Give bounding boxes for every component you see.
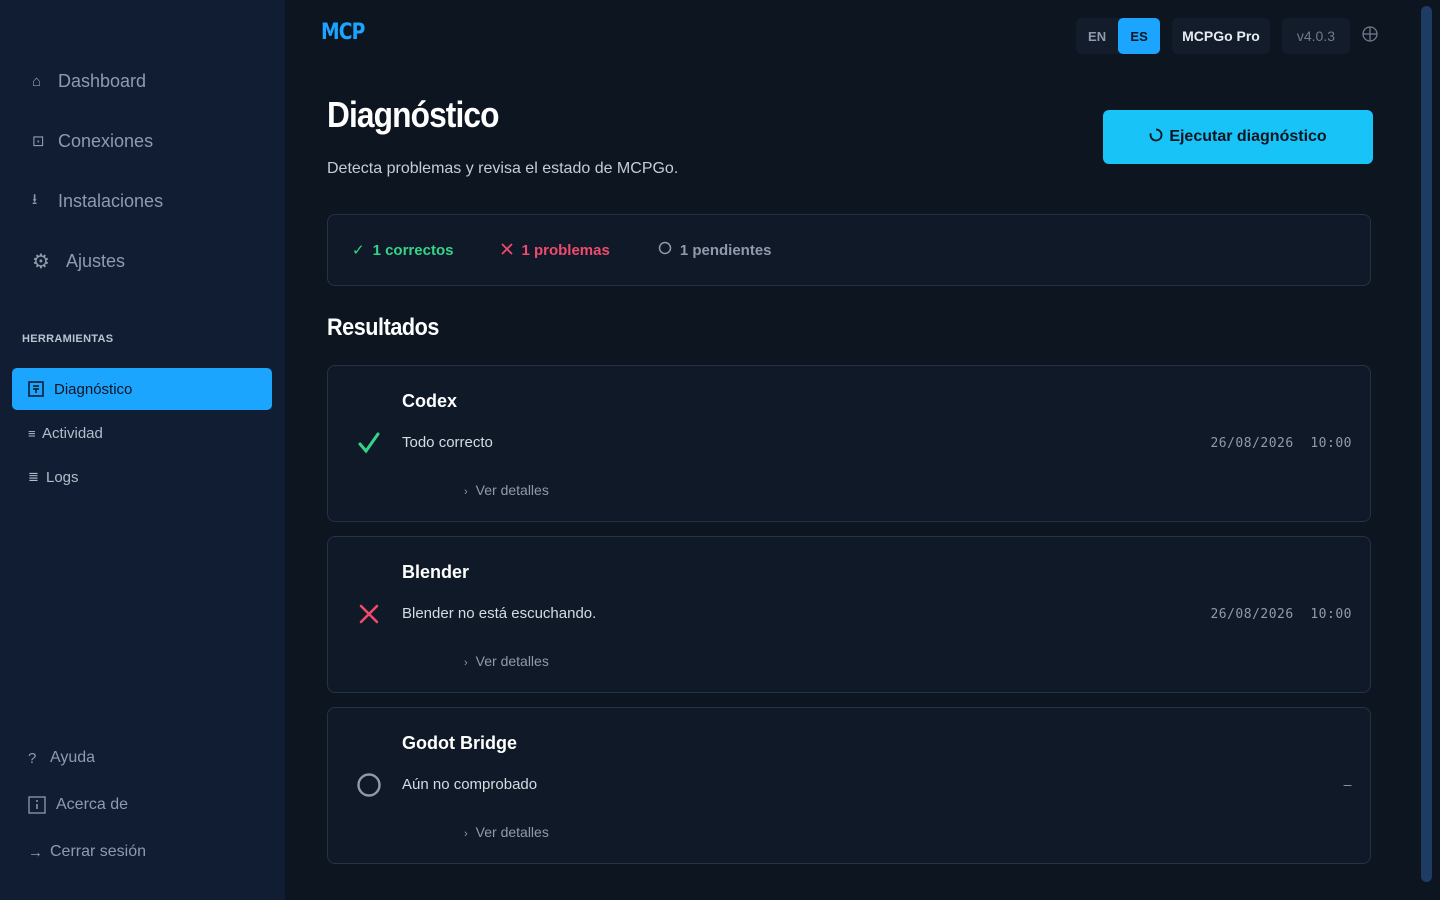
sidebar-item-label: Instalaciones (58, 190, 164, 211)
summary-problems: 1 problemas (501, 241, 610, 259)
summary-ok: ✓ 1 correctos (352, 241, 454, 260)
gear-icon: ⚙ (32, 250, 50, 273)
result-timestamp: – (1343, 778, 1352, 793)
app-logo[interactable]: MCP (321, 20, 365, 45)
lang-es-button[interactable]: ES (1118, 18, 1161, 54)
section-title-tools: HERRAMIENTAS (22, 333, 114, 345)
sidebar-item-installations[interactable]: ⭳ Instalaciones (32, 182, 163, 220)
info-icon (28, 796, 56, 814)
plan-badge[interactable]: MCPGo Pro (1172, 18, 1270, 54)
tools-nav: Diagnóstico ≡ Actividad ≣ Logs (12, 368, 272, 500)
main-nav: ⌂ Dashboard ⊡ Conexiones ⭳ Instalaciones… (32, 62, 163, 302)
x-icon (356, 601, 382, 627)
sidebar-item-label: Cerrar sesión (50, 843, 147, 860)
sidebar-item-dashboard[interactable]: ⌂ Dashboard (32, 62, 163, 100)
check-icon: ✓ (352, 242, 365, 259)
page-title: Diagnóstico (327, 94, 499, 135)
x-icon (501, 242, 514, 259)
diagnostic-icon (28, 381, 46, 397)
activity-icon: ≡ (28, 425, 36, 441)
lang-en-button[interactable]: EN (1076, 18, 1118, 54)
sidebar-item-about[interactable]: Acerca de (28, 787, 146, 823)
refresh-icon (1149, 128, 1163, 146)
summary-pending-label: 1 pendientes (679, 241, 772, 259)
run-diagnostic-button[interactable]: Ejecutar diagnóstico (1103, 110, 1373, 164)
chevron-right-icon: › (464, 486, 468, 498)
sidebar-item-settings[interactable]: ⚙ Ajustes (32, 242, 163, 280)
chevron-right-icon: › (464, 657, 468, 669)
circle-icon (356, 772, 382, 798)
result-timestamp: 26/08/2026 10:00 (1210, 436, 1352, 451)
sidebar-item-label: Logs (46, 468, 79, 486)
sidebar-item-label: Conexiones (58, 130, 154, 151)
sidebar-item-label: Acerca de (56, 796, 129, 813)
sidebar-item-logout[interactable]: → Cerrar sesión (28, 834, 146, 870)
version-badge: v4.0.3 (1281, 18, 1350, 54)
sidebar-item-label: Actividad (42, 424, 103, 442)
sidebar-item-label: Dashboard (58, 70, 147, 91)
sidebar-item-label: Ayuda (50, 749, 96, 766)
page-subtitle: Detecta problemas y revisa el estado de … (327, 160, 679, 177)
chevron-right-icon: › (464, 828, 468, 840)
result-card-blender: Blender Blender no está escuchando. 26/0… (327, 536, 1371, 693)
logs-icon: ≣ (28, 469, 39, 484)
sidebar: ⌂ Dashboard ⊡ Conexiones ⭳ Instalaciones… (0, 0, 285, 900)
summary-pending: 1 pendientes (658, 241, 772, 259)
top-bar: EN ES MCPGo Pro v4.0.3 (1076, 18, 1378, 54)
sidebar-item-label: Diagnóstico (54, 380, 133, 398)
globe-icon[interactable] (1362, 25, 1378, 47)
result-message: Todo correcto (402, 434, 493, 451)
view-details-link[interactable]: › Ver detalles (464, 653, 549, 669)
help-icon: ? (28, 749, 37, 767)
circle-icon (658, 241, 672, 259)
scrollbar[interactable] (1421, 6, 1432, 882)
download-icon: ⭳ (32, 190, 38, 208)
view-details-link[interactable]: › Ver detalles (464, 482, 549, 498)
sidebar-item-logs[interactable]: ≣ Logs (12, 456, 272, 498)
check-icon (356, 430, 382, 456)
sidebar-item-activity[interactable]: ≡ Actividad (12, 412, 272, 454)
result-card-codex: Codex Todo correcto 26/08/2026 10:00 › Ve… (327, 365, 1371, 522)
result-message: Blender no está escuchando. (402, 605, 597, 622)
summary-problems-label: 1 problemas (521, 241, 610, 259)
view-details-link[interactable]: › Ver detalles (464, 824, 549, 840)
logout-icon: → (28, 843, 43, 861)
sidebar-item-connections[interactable]: ⊡ Conexiones (32, 122, 163, 160)
bottom-nav: ? Ayuda Acerca de → Cerrar sesión (28, 740, 146, 881)
results-title: Resultados (327, 314, 439, 341)
result-timestamp: 26/08/2026 10:00 (1210, 607, 1352, 622)
sidebar-item-help[interactable]: ? Ayuda (28, 740, 146, 776)
connections-icon: ⊡ (32, 133, 45, 150)
sidebar-item-label: Ajustes (66, 250, 126, 271)
sidebar-item-diagnostic[interactable]: Diagnóstico (12, 368, 272, 410)
result-name: Codex (402, 391, 458, 411)
run-diagnostic-label: Ejecutar diagnóstico (1169, 128, 1327, 145)
result-name: Godot Bridge (402, 733, 517, 753)
summary-ok-label: 1 correctos (372, 241, 454, 259)
summary-bar: ✓ 1 correctos 1 problemas 1 pendientes (327, 214, 1371, 286)
result-name: Blender (402, 562, 470, 582)
result-card-godot-bridge: Godot Bridge Aún no comprobado – › Ver de… (327, 707, 1371, 864)
home-icon: ⌂ (32, 72, 42, 90)
language-switcher: EN ES (1076, 18, 1161, 54)
result-message: Aún no comprobado (402, 776, 538, 793)
